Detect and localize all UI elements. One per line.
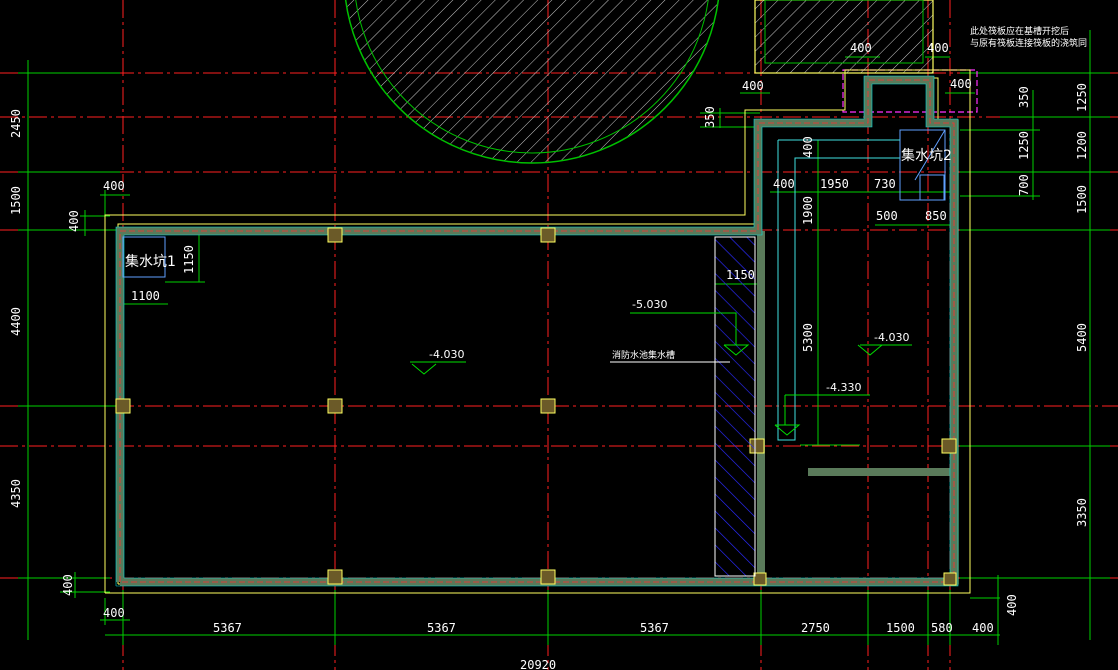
dim-400-left: 400 bbox=[103, 179, 125, 193]
level-right: -4.030 bbox=[874, 331, 909, 344]
pit2-label: 集水坑2 bbox=[901, 147, 952, 164]
dim-bottom-7: 400 bbox=[972, 621, 994, 635]
level-tank: -5.030 bbox=[632, 298, 667, 311]
dim-400-br: 400 bbox=[1005, 594, 1019, 616]
dim-1100-pit1: 1100 bbox=[131, 289, 160, 303]
dim-right-inner-2: 1250 bbox=[1017, 131, 1031, 160]
dim-350: 350 bbox=[703, 106, 717, 128]
foundation-plan-drawing: 5367 5367 5367 2750 1500 580 400 20920 2… bbox=[0, 0, 1118, 670]
level-ramp: -4.330 bbox=[826, 381, 861, 394]
level-texts: -4.030 -5.030 -4.030 -4.330 bbox=[429, 298, 909, 394]
dim-left-3: 4400 bbox=[9, 307, 23, 336]
dim-right-4: 5400 bbox=[1075, 323, 1089, 352]
level-main: -4.030 bbox=[429, 348, 464, 361]
circular-tank bbox=[344, 0, 720, 164]
dim-bottom-4: 2750 bbox=[801, 621, 830, 635]
dim-500: 500 bbox=[876, 209, 898, 223]
dim-400-top-c: 400 bbox=[742, 79, 764, 93]
dim-bottom-3: 5367 bbox=[640, 621, 669, 635]
dim-left-2: 1500 bbox=[9, 186, 23, 215]
dim-right-3: 1500 bbox=[1075, 185, 1089, 214]
fire-tank-trough bbox=[714, 236, 756, 577]
tank-label: 消防水池集水槽 bbox=[612, 349, 675, 361]
dim-1150-pit1: 1150 bbox=[182, 245, 196, 274]
dim-bottom-total: 20920 bbox=[520, 658, 556, 670]
dim-400-p2: 400 bbox=[773, 177, 795, 191]
dim-right-inner-1: 350 bbox=[1017, 86, 1031, 108]
dim-400-top-d: 400 bbox=[950, 77, 972, 91]
dim-5300: 5300 bbox=[801, 323, 815, 352]
dim-bottom-2: 5367 bbox=[427, 621, 456, 635]
dim-1150-tank: 1150 bbox=[726, 268, 755, 282]
dim-left-1: 2450 bbox=[9, 109, 23, 138]
sump-pit-2 bbox=[899, 129, 946, 201]
dim-400-blv: 400 bbox=[61, 574, 75, 596]
dim-400-p2v: 400 bbox=[801, 136, 815, 158]
pit1-label: 集水坑1 bbox=[125, 253, 176, 270]
dim-right-5: 3350 bbox=[1075, 498, 1089, 527]
note-line-1: 此处筏板应在基槽开挖后 bbox=[970, 25, 1069, 37]
dim-1900: 1900 bbox=[801, 196, 815, 225]
dim-bottom-5: 1500 bbox=[886, 621, 915, 635]
existing-building bbox=[754, 0, 934, 74]
level-symbols bbox=[410, 312, 912, 436]
note-line-2: 与原有筏板连接筏板的浇筑同 bbox=[970, 37, 1087, 49]
dim-right-2: 1200 bbox=[1075, 131, 1089, 160]
dim-bottom-1: 5367 bbox=[213, 621, 242, 635]
dim-730: 730 bbox=[874, 177, 896, 191]
dim-400-top-a: 400 bbox=[850, 41, 872, 55]
dim-850: 850 bbox=[925, 209, 947, 223]
dim-400-bl: 400 bbox=[103, 606, 125, 620]
dim-bottom-6: 580 bbox=[931, 621, 953, 635]
dim-400-leftv: 400 bbox=[67, 210, 81, 232]
dim-right-1: 1250 bbox=[1075, 83, 1089, 112]
dim-1950: 1950 bbox=[820, 177, 849, 191]
dim-400-top-b: 400 bbox=[927, 41, 949, 55]
dim-right-inner-3: 700 bbox=[1017, 174, 1031, 196]
dim-left-4: 4350 bbox=[9, 479, 23, 508]
